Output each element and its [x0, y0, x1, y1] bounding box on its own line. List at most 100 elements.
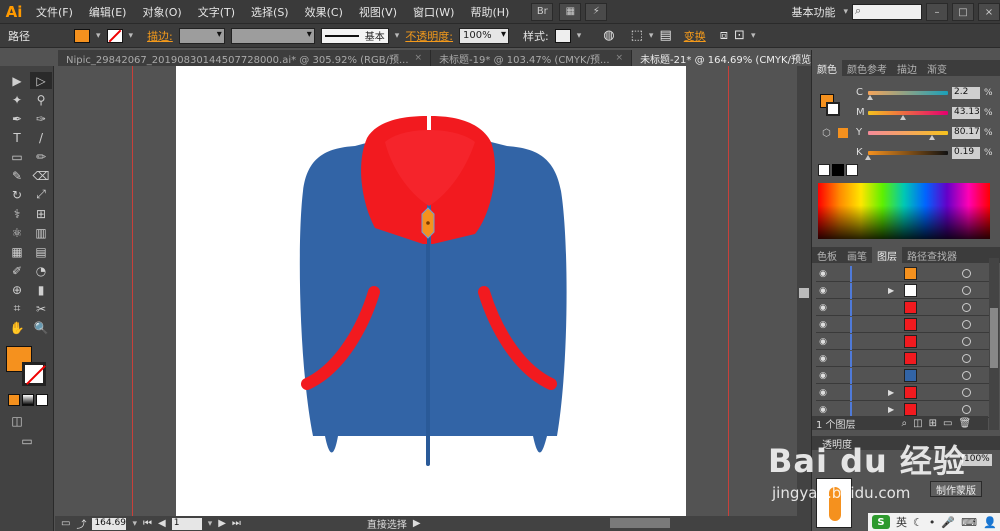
input-method-label[interactable]: 英: [896, 514, 907, 530]
stroke-weight-dropdown[interactable]: [178, 27, 225, 44]
artboard-tool-icon[interactable]: ⌗: [6, 300, 28, 317]
eye-icon[interactable]: ◉: [816, 388, 830, 398]
color-spectrum[interactable]: [818, 183, 990, 239]
share-icon[interactable]: ⤴: [76, 516, 86, 531]
layer-row[interactable]: ◉: [816, 367, 996, 384]
eye-icon[interactable]: ◉: [816, 320, 830, 330]
tab-swatches[interactable]: 色板: [812, 247, 842, 263]
workspace-switcher[interactable]: 基本功能: [791, 4, 839, 20]
rotate-tool-icon[interactable]: ↻: [6, 186, 28, 203]
isolate-icon[interactable]: ⬚: [631, 28, 643, 43]
eye-icon[interactable]: ◉: [816, 286, 830, 296]
close-tab-icon[interactable]: ×: [415, 53, 423, 63]
variable-width-dropdown[interactable]: [230, 27, 315, 44]
menu-type[interactable]: 文字(T): [190, 4, 243, 20]
fill-dropdown-icon[interactable]: ▾: [96, 31, 101, 41]
layer-row[interactable]: ◉ ▶: [816, 282, 996, 299]
slice-tool-icon[interactable]: ✂: [30, 300, 52, 317]
target-icon[interactable]: [962, 269, 971, 278]
target-icon[interactable]: [962, 303, 971, 312]
eraser-tool-icon[interactable]: ⌫: [30, 167, 52, 184]
sogou-icon[interactable]: S: [872, 515, 890, 529]
eye-icon[interactable]: ◉: [816, 337, 830, 347]
zoom-tool-icon[interactable]: 🔍: [30, 319, 52, 336]
expand-icon[interactable]: ▶: [888, 286, 894, 295]
transparency-opacity-field[interactable]: 100%: [962, 454, 992, 466]
tab-color[interactable]: 颜色: [812, 60, 842, 76]
bridge-button[interactable]: Br: [531, 2, 554, 21]
status-icon[interactable]: ▭: [61, 518, 70, 529]
reference-point-icon[interactable]: ⊡: [734, 28, 745, 43]
stroke-swatch[interactable]: [106, 28, 123, 43]
target-icon[interactable]: [962, 388, 971, 397]
channel-slider[interactable]: [868, 110, 948, 120]
stroke-color-box[interactable]: [22, 362, 46, 386]
layer-row[interactable]: ◉: [816, 333, 996, 350]
vertical-scrollbar[interactable]: [797, 66, 811, 516]
tab-document-3[interactable]: 未标题-21* @ 164.69% (CMYK/预览)×: [632, 50, 838, 66]
transparency-panel-tab[interactable]: 透明度: [812, 436, 1000, 451]
layer-row[interactable]: ◉: [816, 299, 996, 316]
eye-icon[interactable]: ◉: [816, 269, 830, 279]
layers-scrollbar[interactable]: [989, 258, 999, 430]
layer-row[interactable]: ◉: [816, 350, 996, 367]
hand-tool-icon[interactable]: ✋: [6, 319, 28, 336]
menu-window[interactable]: 窗口(W): [405, 4, 462, 20]
gradient-mode-icon[interactable]: [22, 394, 34, 406]
microphone-icon[interactable]: 🎤: [941, 516, 955, 529]
channel-slider-knob[interactable]: [865, 154, 872, 160]
align-icon[interactable]: ▤: [659, 28, 671, 43]
maximize-button[interactable]: □: [952, 3, 974, 21]
pen-tool-icon[interactable]: ✒: [6, 110, 28, 127]
target-icon[interactable]: [962, 337, 971, 346]
shape-builder-tool-icon[interactable]: ⚛: [6, 224, 28, 241]
tab-stroke[interactable]: 描边: [892, 60, 922, 76]
free-transform-tool-icon[interactable]: ⊞: [30, 205, 52, 222]
tab-document-2[interactable]: 未标题-19* @ 103.47% (CMYK/预... ×: [431, 50, 633, 66]
scale-tool-icon[interactable]: ⤢: [30, 186, 52, 203]
target-icon[interactable]: [962, 354, 971, 363]
mesh-tool-icon[interactable]: ▦: [6, 243, 28, 260]
type-tool-icon[interactable]: T: [6, 129, 28, 146]
search-input[interactable]: [852, 4, 922, 20]
eye-icon[interactable]: ◉: [816, 371, 830, 381]
canvas-area[interactable]: [55, 66, 797, 516]
black-swatch[interactable]: [832, 164, 844, 176]
menu-select[interactable]: 选择(S): [243, 4, 297, 20]
horizontal-scrollbar-thumb[interactable]: [610, 518, 670, 528]
eye-icon[interactable]: ◉: [816, 303, 830, 313]
blend-tool-icon[interactable]: ◔: [30, 262, 52, 279]
artboard-field[interactable]: 1: [171, 517, 202, 530]
layers-scrollbar-thumb[interactable]: [990, 308, 998, 368]
brush-definition-dropdown[interactable]: 基本: [320, 27, 389, 44]
menu-edit[interactable]: 编辑(E): [81, 4, 135, 20]
opacity-field[interactable]: 100%: [459, 27, 510, 44]
panel-stroke-swatch[interactable]: [826, 102, 840, 116]
next-artboard-icon[interactable]: ▶: [218, 518, 226, 529]
graphic-style-swatch[interactable]: [554, 28, 571, 43]
gpu-icon[interactable]: ⚡: [585, 2, 608, 21]
channel-value-field[interactable]: 43.13: [952, 106, 980, 119]
vertical-scrollbar-thumb[interactable]: [799, 288, 809, 298]
target-icon[interactable]: [962, 371, 971, 380]
channel-slider[interactable]: [868, 130, 948, 140]
fill-swatch[interactable]: [74, 28, 90, 43]
menu-effect[interactable]: 效果(C): [297, 4, 351, 20]
perspective-grid-tool-icon[interactable]: ▥: [30, 224, 52, 241]
transform-label[interactable]: 变换: [684, 28, 706, 44]
target-icon[interactable]: [962, 405, 971, 414]
symbol-sprayer-tool-icon[interactable]: ⊕: [6, 281, 28, 298]
minimize-button[interactable]: –: [926, 3, 948, 21]
channel-slider-knob[interactable]: [866, 94, 873, 100]
tab-pathfinder[interactable]: 路径查找器: [902, 247, 962, 263]
tab-color-guide[interactable]: 颜色参考: [842, 60, 892, 76]
out-of-gamut-icon[interactable]: ⬡: [822, 128, 831, 139]
bounding-icon[interactable]: ⧈: [720, 28, 728, 43]
isolate-dropdown-icon[interactable]: ▾: [649, 31, 654, 41]
channel-value-field[interactable]: 0.19: [952, 146, 980, 159]
channel-slider-knob[interactable]: [899, 114, 906, 120]
tab-gradient[interactable]: 渐变: [922, 60, 952, 76]
selection-tool-icon[interactable]: ▶: [6, 72, 28, 89]
close-window-button[interactable]: ×: [978, 3, 1000, 21]
target-icon[interactable]: [962, 320, 971, 329]
